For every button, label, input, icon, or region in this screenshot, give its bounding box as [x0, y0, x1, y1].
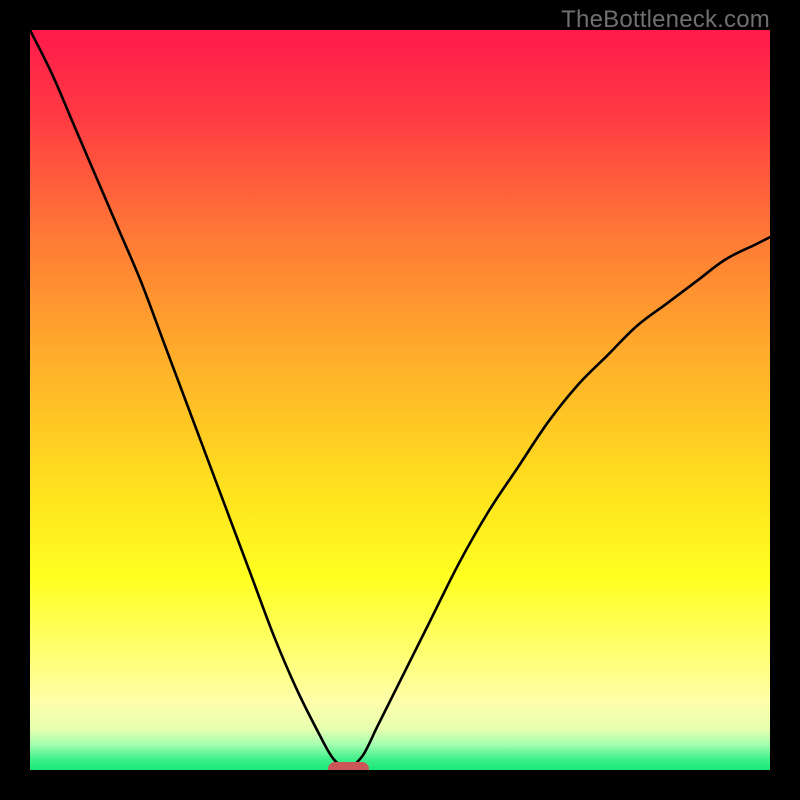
min-marker	[328, 762, 369, 770]
bottleneck-curve	[30, 30, 770, 770]
frame: TheBottleneck.com	[0, 0, 800, 800]
curve-right-branch	[348, 237, 770, 770]
curve-left-branch	[30, 30, 348, 770]
plot-area	[30, 30, 770, 770]
